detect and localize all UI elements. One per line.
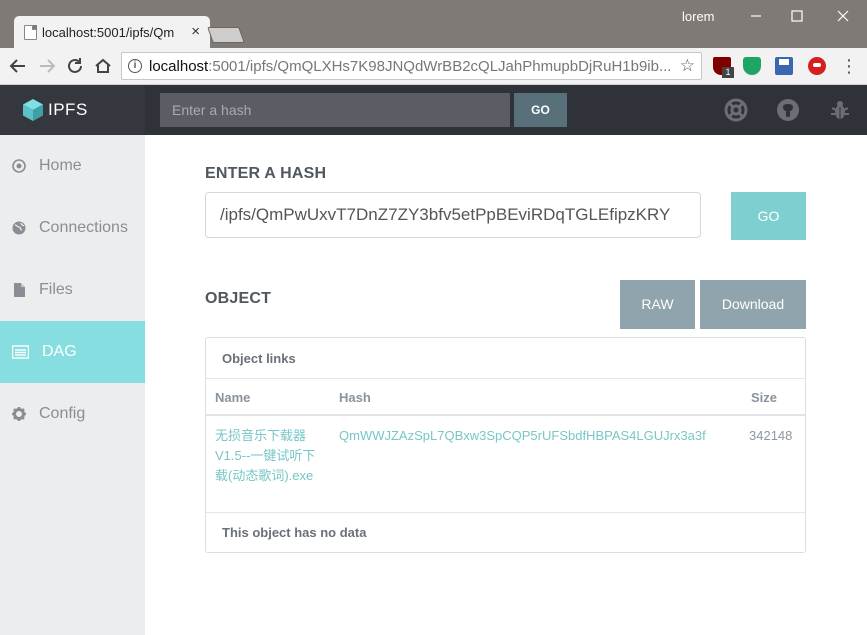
sidebar-item-home[interactable]: Home — [0, 135, 145, 197]
url-rest: :5001/ipfs/QmQLXHs7K98JNQdWrBB2cQLJahPhm… — [208, 58, 672, 75]
sidebar-item-label: Connections — [39, 219, 128, 236]
link-name-line: V1.5--一键试听下 — [215, 448, 316, 463]
app-header: IPFS GO — [0, 85, 867, 135]
object-links-panel: Object links Name Hash Size 无损音乐下载器 V1.5… — [205, 337, 806, 553]
new-tab-button[interactable] — [207, 27, 245, 43]
close-window-icon[interactable] — [831, 4, 855, 28]
link-name[interactable]: 无损音乐下载器 V1.5--一键试听下 载(动态歌词).exe — [215, 426, 333, 486]
sidebar-item-label: Config — [39, 405, 86, 422]
url-host: localhost — [149, 58, 209, 75]
address-url: localhost:5001/ipfs/QmQLXHs7K98JNQdWrBB2… — [149, 58, 674, 75]
tab-title: localhost:5001/ipfs/Qm — [42, 24, 175, 40]
info-icon[interactable]: i — [128, 59, 142, 73]
gear-icon — [12, 407, 26, 421]
download-button[interactable]: Download — [700, 280, 806, 329]
github-icon[interactable] — [776, 98, 800, 122]
link-name-line: 载(动态歌词).exe — [215, 468, 314, 483]
ublock-badge: 1 — [722, 67, 734, 78]
home-icon[interactable] — [91, 54, 115, 78]
back-arrow-icon[interactable] — [6, 54, 30, 78]
browser-toolbar: i localhost:5001/ipfs/QmQLXHs7K98JNQdWrB… — [0, 48, 867, 85]
home-icon — [12, 159, 26, 173]
brand-name: IPFS — [48, 100, 88, 119]
path-input[interactable]: /ipfs/QmPwUxvT7DnZ7ZY3bfv5etPpBEviRDqTGL… — [205, 192, 701, 238]
header-divider — [206, 414, 805, 416]
column-header-size: Size — [751, 390, 778, 405]
no-data-message: This object has no data — [222, 525, 367, 540]
help-icon[interactable] — [724, 98, 748, 122]
main-content: ENTER A HASH /ipfs/QmPwUxvT7DnZ7ZY3bfv5e… — [145, 135, 867, 635]
globe-icon — [12, 221, 26, 235]
sidebar-item-config[interactable]: Config — [0, 383, 145, 445]
red-extension-icon[interactable] — [808, 57, 826, 75]
brand-logo[interactable]: IPFS — [0, 85, 145, 135]
page-icon — [24, 25, 37, 40]
link-hash[interactable]: QmWWJZAzSpL7QBxw3SpCQP5rUFSbdfHBPAS4LGUJ… — [339, 426, 745, 446]
go-button[interactable]: GO — [731, 192, 806, 240]
column-header-name: Name — [215, 390, 251, 405]
sidebar-item-label: Files — [39, 281, 73, 298]
sidebar-item-files[interactable]: Files — [0, 259, 145, 321]
ipfs-cube-icon — [23, 99, 43, 121]
reload-icon[interactable] — [63, 54, 87, 78]
sidebar: Home Connections Files DAG Config — [0, 135, 145, 635]
sidebar-item-label: DAG — [42, 343, 77, 360]
link-name-line: 无损音乐下载器 — [215, 428, 307, 443]
browser-titlebar: localhost:5001/ipfs/Qm × lorem — [0, 0, 867, 48]
raw-button[interactable]: RAW — [620, 280, 695, 329]
row-divider — [206, 512, 805, 513]
hash-search-input[interactable] — [160, 93, 510, 127]
maximize-icon[interactable] — [785, 4, 809, 28]
object-title: OBJECT — [205, 290, 272, 307]
shield-icon[interactable] — [743, 57, 761, 75]
enter-hash-title: ENTER A HASH — [205, 165, 327, 182]
browser-tab[interactable]: localhost:5001/ipfs/Qm × — [14, 16, 210, 48]
close-tab-icon[interactable]: × — [191, 23, 200, 40]
header-go-button[interactable]: GO — [514, 93, 567, 127]
column-header-hash: Hash — [339, 390, 371, 405]
link-size: 342148 — [749, 428, 793, 443]
menu-dots-icon[interactable]: ⋮ — [840, 54, 858, 78]
forward-arrow-icon[interactable] — [35, 54, 59, 78]
minimize-icon[interactable] — [744, 4, 768, 28]
sidebar-item-connections[interactable]: Connections — [0, 197, 145, 259]
sidebar-item-dag[interactable]: DAG — [0, 321, 145, 383]
file-icon — [12, 283, 26, 297]
address-bar[interactable]: i localhost:5001/ipfs/QmQLXHs7K98JNQdWrB… — [121, 52, 702, 80]
save-icon[interactable] — [775, 57, 793, 75]
sidebar-item-label: Home — [39, 157, 82, 174]
bug-icon[interactable] — [828, 98, 852, 122]
star-icon[interactable]: ☆ — [680, 56, 695, 76]
object-links-title: Object links — [206, 338, 805, 379]
profile-name[interactable]: lorem — [682, 9, 715, 24]
list-icon — [11, 345, 30, 359]
